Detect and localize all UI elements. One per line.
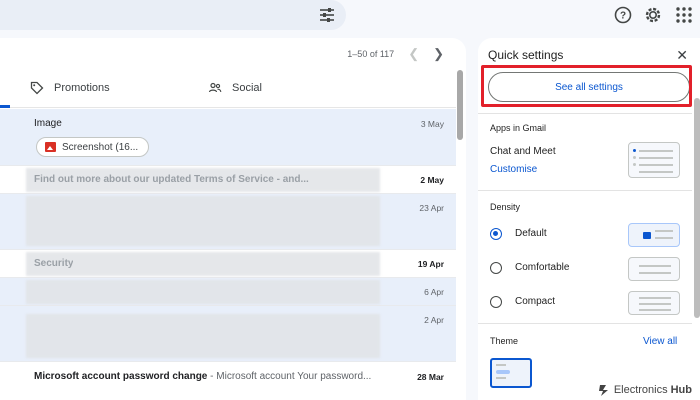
blurred-content [26,280,380,304]
help-icon[interactable]: ? [613,5,633,25]
email-row[interactable]: Microsoft account password change - Micr… [0,362,456,392]
email-subject: Find out more about our updated Terms of… [34,174,309,185]
inbox-tabs: Promotions Social [0,68,456,108]
search-bar[interactable] [0,0,346,30]
email-date: 28 Mar [417,372,444,382]
customise-link[interactable]: Customise [490,164,537,175]
density-option-label[interactable]: Compact [515,296,555,307]
tab-promotions[interactable]: Promotions [30,68,110,108]
density-compact-preview [628,291,680,315]
tab-label: Social [232,82,262,94]
active-tab-indicator [0,105,10,108]
close-icon[interactable]: ✕ [676,47,688,64]
density-label: Density [490,202,521,212]
watermark: Electronics Hub [597,383,692,397]
email-date: 2 May [420,175,444,185]
email-date: 3 May [420,119,444,129]
theme-label: Theme [490,336,519,346]
people-icon [208,82,222,93]
email-subject: Image [34,118,62,129]
chat-meet-preview [628,142,680,178]
search-options-icon[interactable] [318,6,336,24]
divider [478,190,692,191]
density-comfortable-radio[interactable] [490,262,502,274]
apps-in-gmail-label: Apps in Gmail [490,123,547,133]
blurred-content [26,252,380,276]
theme-thumbnail[interactable] [490,358,532,388]
email-row[interactable]: Image 3 May Screenshot (16... [0,109,456,166]
density-default-radio[interactable] [490,228,502,240]
watermark-brand: Electronics [613,384,668,396]
chat-meet-label: Chat and Meet [490,146,556,157]
blurred-content [26,314,380,358]
email-row[interactable]: 6 Apr [0,278,456,306]
highlight-box [481,65,692,107]
density-comfortable-preview [628,257,680,281]
pagination: 1–50 of 117 ❮ ❯ [347,46,444,62]
electronics-hub-logo-icon [598,385,608,396]
attachment-name: Screenshot (16... [62,141,139,153]
email-date: 6 Apr [424,287,444,297]
view-all-themes-link[interactable]: View all [643,336,677,347]
quick-settings-scrollbar[interactable] [694,98,700,318]
email-row[interactable]: 2 Apr [0,306,456,362]
svg-text:?: ? [620,11,626,22]
blurred-content [26,196,380,246]
chevron-left-icon[interactable]: ❮ [408,46,419,62]
mail-scrollbar[interactable] [456,70,464,400]
divider [478,113,692,114]
density-option-label[interactable]: Comfortable [515,262,569,273]
chevron-right-icon[interactable]: ❯ [433,46,444,62]
email-date: 23 Apr [419,203,444,213]
email-snippet: - Microsoft account Your password... [207,371,372,382]
density-option-label[interactable]: Default [515,228,547,239]
settings-gear-icon[interactable] [643,5,663,25]
scrollbar-thumb[interactable] [457,70,463,140]
email-date: 2 Apr [424,315,444,325]
tab-label: Promotions [54,82,110,94]
email-date: 19 Apr [417,259,444,269]
email-subject-text: Microsoft account password change [34,371,208,382]
density-default-preview [628,223,680,247]
quick-settings-panel: Quick settings ✕ See all settings Apps i… [478,38,700,400]
density-compact-radio[interactable] [490,296,502,308]
watermark-hub: Hub [670,384,692,396]
quick-settings-title: Quick settings [488,48,564,62]
email-row[interactable]: Find out more about our updated Terms of… [0,166,456,194]
email-row[interactable]: 23 Apr [0,194,456,250]
tab-social[interactable]: Social [208,68,262,108]
pagination-range: 1–50 of 117 [347,49,395,59]
email-subject: Security [34,258,74,269]
tag-icon [30,81,44,95]
divider [478,323,692,324]
image-file-icon [45,142,56,152]
attachment-chip[interactable]: Screenshot (16... [36,137,150,157]
mail-list-panel: 1–50 of 117 ❮ ❯ Promotions Social Image [0,38,466,400]
email-subject: Microsoft account password change - Micr… [34,371,371,382]
apps-grid-icon[interactable] [674,5,694,25]
email-row[interactable]: Security 19 Apr [0,250,456,278]
